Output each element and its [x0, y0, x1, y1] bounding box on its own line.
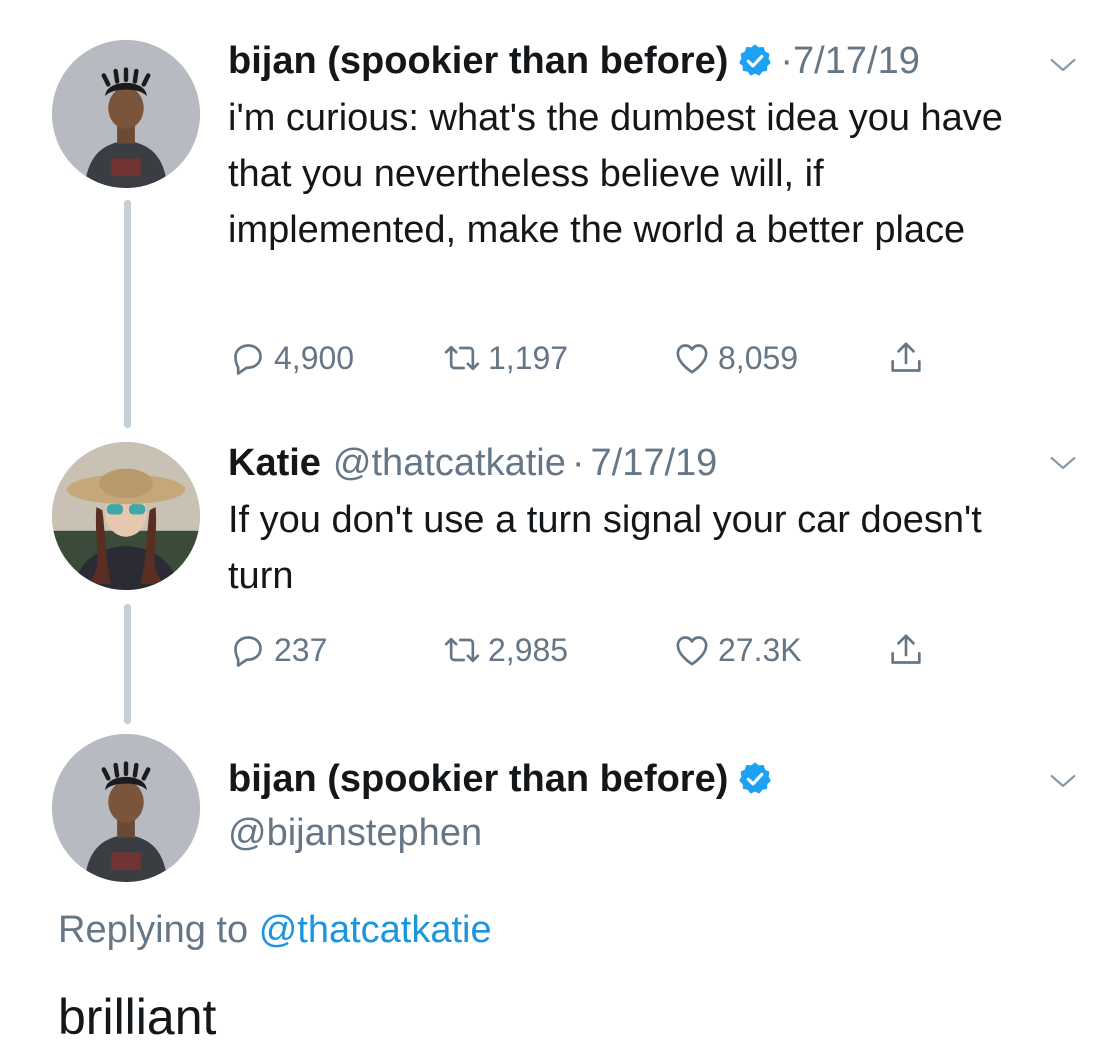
thread-line: [124, 604, 131, 724]
retweet-count: 2,985: [488, 631, 569, 668]
reply-button[interactable]: 237: [228, 630, 327, 670]
replying-to: Replying to @thatcatkatie: [58, 905, 492, 955]
retweet-button[interactable]: 2,985: [442, 630, 568, 670]
timestamp-separator: ·: [780, 40, 794, 82]
reply-count: 237: [274, 631, 328, 668]
chevron-down-icon[interactable]: [1046, 48, 1080, 82]
avatar[interactable]: [52, 442, 200, 590]
like-button[interactable]: 8,059: [672, 338, 798, 378]
avatar[interactable]: [52, 734, 200, 882]
tweet-header: bijan (spookier than before): [228, 756, 774, 802]
retweet-icon: [442, 630, 482, 670]
tweet-header: Katie @thatcatkatie · 7/17/19: [228, 440, 717, 486]
timestamp[interactable]: 7/17/19: [591, 440, 718, 486]
reply-button[interactable]: 4,900: [228, 338, 354, 378]
tweet-actions: 4,900 1,197 8,059: [228, 336, 988, 380]
timestamp[interactable]: 7/17/19: [793, 38, 920, 84]
share-button[interactable]: [886, 630, 932, 670]
like-button[interactable]: 27.3K: [672, 630, 802, 670]
timestamp-separator: ·: [571, 442, 585, 484]
like-count: 27.3K: [718, 631, 802, 668]
tweet-actions: 237 2,985 27.3K: [228, 628, 988, 672]
reply-icon: [228, 338, 268, 378]
chevron-down-icon[interactable]: [1046, 446, 1080, 480]
tweet-header: bijan (spookier than before) · 7/17/19: [228, 38, 920, 84]
username[interactable]: @thatcatkatie: [333, 440, 566, 486]
retweet-button[interactable]: 1,197: [442, 338, 568, 378]
username[interactable]: @bijanstephen: [228, 810, 482, 856]
chevron-down-icon[interactable]: [1046, 764, 1080, 798]
tweet-text: i'm curious: what's the dumbest idea you…: [228, 97, 1003, 251]
display-name[interactable]: bijan (spookier than before): [228, 38, 728, 84]
main-tweet-text: brilliant: [58, 989, 217, 1045]
username-row: @bijanstephen: [228, 810, 482, 856]
thread-line: [124, 200, 131, 428]
retweet-count: 1,197: [488, 339, 569, 376]
display-name[interactable]: bijan (spookier than before): [228, 756, 728, 802]
like-count: 8,059: [718, 339, 799, 376]
replying-to-handle[interactable]: @thatcatkatie: [259, 909, 492, 951]
replying-to-label: Replying to: [58, 909, 249, 951]
tweet-text: If you don't use a turn signal your car …: [228, 499, 982, 597]
reply-count: 4,900: [274, 339, 355, 376]
retweet-icon: [442, 338, 482, 378]
share-button[interactable]: [886, 338, 932, 378]
like-icon: [672, 338, 712, 378]
share-icon: [886, 338, 926, 378]
share-icon: [886, 630, 926, 670]
verified-icon: [736, 42, 774, 80]
reply-icon: [228, 630, 268, 670]
verified-icon: [736, 760, 774, 798]
like-icon: [672, 630, 712, 670]
display-name[interactable]: Katie: [228, 440, 321, 486]
avatar[interactable]: [52, 40, 200, 188]
